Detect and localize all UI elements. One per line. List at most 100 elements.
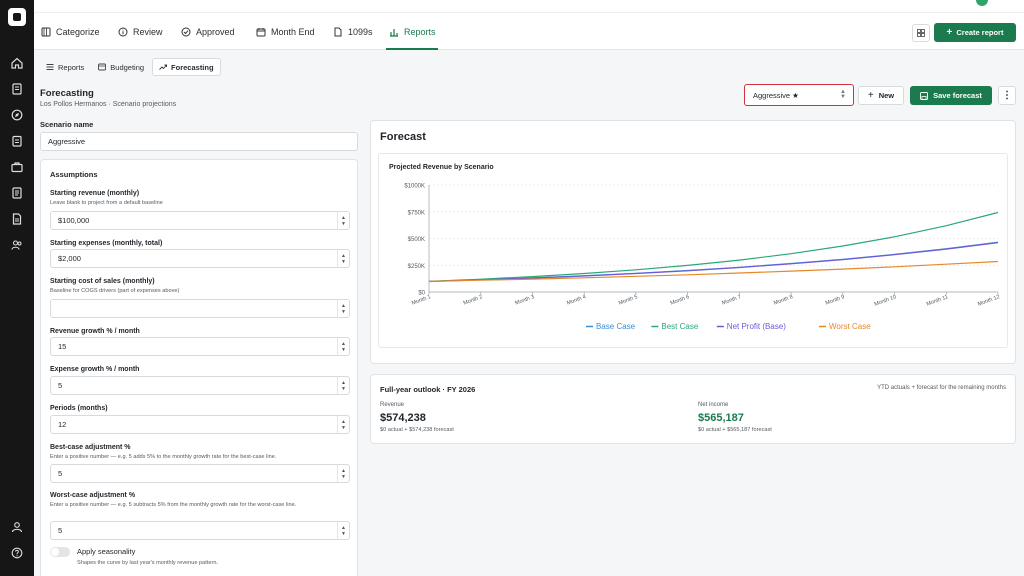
new-label: New <box>878 91 895 100</box>
field-help: Baseline for COGS drivers (part of expen… <box>50 288 180 294</box>
top-bar: Categorize Review Approved Month End 109… <box>34 0 1024 50</box>
layout-button[interactable] <box>912 24 930 42</box>
compass-icon[interactable] <box>11 109 23 121</box>
scenario-select[interactable]: Aggressive ★ ▲ ▼ <box>744 84 854 106</box>
net-income-breakdown: $0 actual + $565,187 forecast <box>698 427 772 433</box>
check-circle-icon <box>181 27 191 37</box>
stepper-icon[interactable]: ▲ ▼ <box>337 522 349 539</box>
more-options-icon[interactable]: ⋮ <box>998 86 1016 105</box>
subtab-forecasting[interactable]: Forecasting <box>152 58 221 76</box>
series-line <box>428 211 999 282</box>
document-icon[interactable] <box>11 213 23 225</box>
y-tick-label: $750K <box>408 210 425 216</box>
x-tick-label: Month 4 <box>566 294 587 306</box>
info-icon <box>118 27 128 37</box>
field-label: Expense growth % / month <box>50 366 140 373</box>
tab-reports[interactable]: Reports <box>389 24 436 40</box>
create-report-label: Create report <box>956 28 1004 37</box>
stepper-icon[interactable]: ▲ ▼ <box>337 338 349 355</box>
report-subtabs: Reports Budgeting Forecasting <box>40 58 221 76</box>
tab-categorize[interactable]: Categorize <box>41 24 100 40</box>
starting-cost-of-sales-input[interactable]: ▲ ▼ <box>50 299 350 318</box>
field-help: Enter a positive number — e.g. 5 subtrac… <box>50 502 297 508</box>
subtab-label: Reports <box>58 62 85 72</box>
subtab-budgeting[interactable]: Budgeting <box>92 58 150 76</box>
scenario-select-value: Aggressive ★ <box>753 90 799 100</box>
worst-case-adjustment-input[interactable]: 5 ▲ ▼ <box>50 521 350 540</box>
save-label: Save forecast <box>933 91 982 100</box>
help-icon[interactable] <box>11 547 23 559</box>
briefcase-icon[interactable] <box>11 161 23 173</box>
field-label: Worst-case adjustment % <box>50 492 136 499</box>
tab-1099s[interactable]: 1099s <box>333 24 373 40</box>
list-icon <box>46 64 54 70</box>
field-label: Periods (months) <box>50 405 108 412</box>
x-tick-label: Month 6 <box>670 294 691 306</box>
tab-label: Approved <box>196 27 235 37</box>
expense-growth-input[interactable]: 5 ▲ ▼ <box>50 376 350 395</box>
user-avatar[interactable] <box>976 0 988 6</box>
stepper-icon[interactable]: ▲ ▼ <box>337 377 349 394</box>
x-tick-label: Month 5 <box>618 294 639 306</box>
net-income-label: Net income <box>698 402 729 408</box>
outlook-note: YTD actuals + forecast for the remaining… <box>877 385 1006 391</box>
create-report-button[interactable]: + Create report <box>934 23 1016 42</box>
x-tick-label: Month 7 <box>721 294 742 306</box>
stepper-icon[interactable]: ▲ ▼ <box>337 250 349 267</box>
account-icon[interactable] <box>11 521 23 533</box>
x-tick-label: Month 12 <box>977 294 1001 307</box>
book-icon[interactable] <box>11 187 23 199</box>
left-rail <box>0 0 34 576</box>
tab-label: Reports <box>404 27 436 37</box>
best-case-adjustment-input[interactable]: 5 ▲ ▼ <box>50 464 350 483</box>
x-tick-label: Month 8 <box>773 294 794 306</box>
tab-review[interactable]: Review <box>118 24 163 40</box>
stepper-icon[interactable]: ▲ ▼ <box>337 416 349 433</box>
clipboard-icon[interactable] <box>11 135 23 147</box>
field-value: 15 <box>58 342 67 351</box>
assumptions-panel: Assumptions Starting revenue (monthly) L… <box>40 159 358 576</box>
seasonality-help: Shapes the curve by last year's monthly … <box>77 560 218 566</box>
legend-entry: Best Case <box>661 322 698 331</box>
app-logo-icon[interactable] <box>8 8 26 26</box>
outlook-title: Full-year outlook · FY 2026 <box>380 385 476 394</box>
field-value: $2,000 <box>58 254 81 263</box>
stepper-icon[interactable]: ▲ ▼ <box>337 465 349 482</box>
net-income-value: $565,187 <box>698 412 744 424</box>
seasonality-label: Apply seasonality <box>77 547 136 556</box>
field-value: 5 <box>58 526 63 535</box>
field-label: Revenue growth % / month <box>50 328 140 335</box>
x-tick-label: Month 10 <box>874 294 898 307</box>
receipt-icon[interactable] <box>11 83 23 95</box>
field-label: Starting expenses (monthly, total) <box>50 240 163 247</box>
tab-month-end[interactable]: Month End <box>256 24 315 40</box>
outlook-card: Full-year outlook · FY 2026 YTD actuals … <box>370 374 1016 444</box>
scenario-name-input[interactable]: Aggressive <box>40 132 358 151</box>
seasonality-toggle[interactable] <box>50 547 70 557</box>
new-scenario-button[interactable]: + New <box>858 86 904 105</box>
subtab-label: Forecasting <box>171 62 214 72</box>
y-tick-label: $500K <box>408 237 425 243</box>
home-icon[interactable] <box>11 57 23 69</box>
grid-icon <box>917 29 925 37</box>
save-forecast-button[interactable]: Save forecast <box>910 86 992 105</box>
revenue-growth-input[interactable]: 15 ▲ ▼ <box>50 337 350 356</box>
users-icon[interactable] <box>11 239 23 251</box>
starting-expenses-input[interactable]: $2,000 ▲ ▼ <box>50 249 350 268</box>
subtab-reports[interactable]: Reports <box>40 58 90 76</box>
tab-approved[interactable]: Approved <box>181 24 235 40</box>
stepper-icon[interactable]: ▲ ▼ <box>337 300 349 317</box>
subtab-label: Budgeting <box>110 62 145 72</box>
field-value: $100,000 <box>58 216 90 225</box>
revenue-chart: Projected Revenue by Scenario $0 $250K $50… <box>378 153 1008 348</box>
stepper-icon[interactable]: ▲ ▼ <box>337 212 349 229</box>
field-label: Best-case adjustment % <box>50 444 131 451</box>
x-tick-label: Month 11 <box>926 294 949 307</box>
scenario-name-label: Scenario name <box>40 120 94 129</box>
legend-entry: Worst Case <box>829 322 871 331</box>
x-tick-label: Month 3 <box>514 294 535 306</box>
periods-input[interactable]: 12 ▲ ▼ <box>50 415 350 434</box>
starting-revenue-input[interactable]: $100,000 ▲ ▼ <box>50 211 350 230</box>
revenue-breakdown: $0 actual + $574,238 forecast <box>380 427 454 433</box>
page-subtitle: Los Pollos Hermanos · Scenario projectio… <box>40 101 177 108</box>
